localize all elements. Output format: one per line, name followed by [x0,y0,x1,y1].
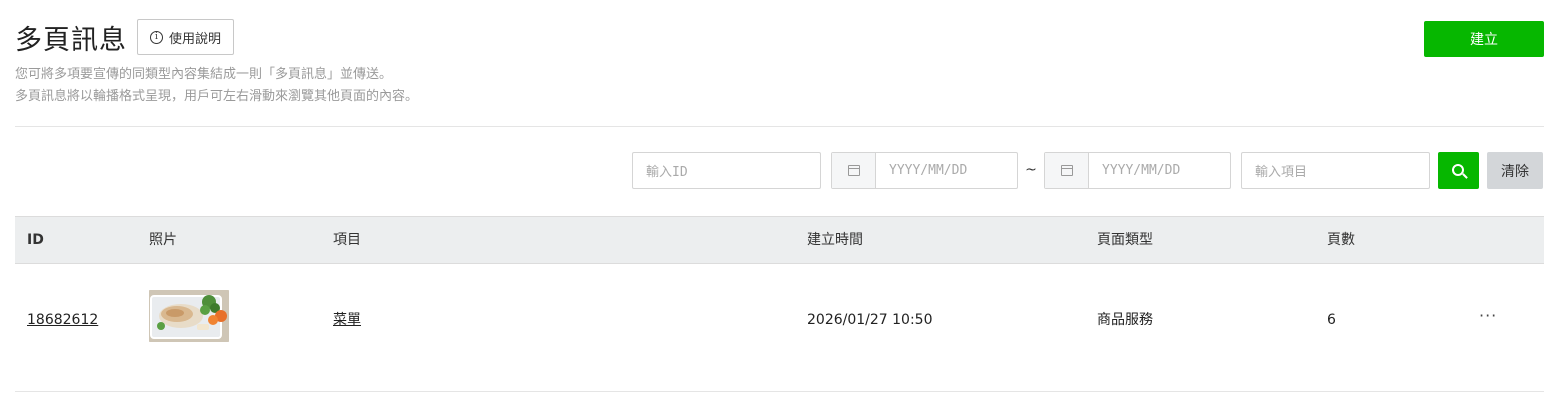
item-search-input[interactable]: 輸入項目 [1241,152,1430,189]
page-description: 您可將多項要宣傳的同類型內容集結成一則「多頁訊息」並傳送。 多頁訊息將以輪播格式… [15,64,1544,108]
header-divider [15,126,1544,127]
create-button[interactable]: 建立 [1424,21,1544,57]
row-page-count: 6 [1327,312,1336,328]
date-from-field[interactable]: YYYY/MM/DD [831,152,1018,189]
filter-bar: 輸入ID YYYY/MM/DD ~ YYYY/MM/DD 輸入項目 清除 [0,152,1568,189]
column-header-id[interactable]: ID [27,217,44,263]
column-header-photo: 照片 [149,232,177,248]
column-header-item[interactable]: 項目 [333,217,361,263]
table-header: ID 照片 項目 建立時間 頁面類型 頁數 [15,216,1544,264]
help-button-label: 使用說明 [169,31,222,47]
message-thumbnail [149,290,229,342]
row-page-type: 商品服務 [1097,312,1153,328]
date-range-separator: ~ [1025,162,1037,178]
clear-button[interactable]: 清除 [1487,152,1543,189]
calendar-icon[interactable] [1045,153,1089,188]
id-search-input[interactable]: 輸入ID [632,152,821,189]
column-header-page-type: 頁面類型 [1097,232,1153,248]
search-button[interactable] [1438,152,1479,189]
date-from-input[interactable]: YYYY/MM/DD [876,153,1017,188]
date-to-field[interactable]: YYYY/MM/DD [1044,152,1231,189]
column-header-created[interactable]: 建立時間 [807,217,863,263]
calendar-icon[interactable] [832,153,876,188]
info-icon: i [150,30,163,44]
row-id-link[interactable]: 18682612 [27,312,98,328]
row-created-time: 2026/01/27 10:50 [807,312,933,328]
page-header: 多頁訊息 i 使用說明 您可將多項要宣傳的同類型內容集結成一則「多頁訊息」並傳送… [15,18,1544,128]
column-header-pages: 頁數 [1327,232,1355,248]
message-table: ID 照片 項目 建立時間 頁面類型 頁數 18682612 菜單 2026/0… [15,216,1544,392]
table-row: 18682612 菜單 2026/01/27 10:50 商品服務 6 ··· [15,264,1544,392]
search-icon [1451,163,1464,176]
row-item-link[interactable]: 菜單 [333,312,361,328]
date-to-input[interactable]: YYYY/MM/DD [1089,153,1230,188]
page-title: 多頁訊息 [15,24,127,56]
description-line-2: 多頁訊息將以輪播格式呈現，用戶可左右滑動來瀏覽其他頁面的內容。 [15,89,419,104]
description-line-1: 您可將多項要宣傳的同類型內容集結成一則「多頁訊息」並傳送。 [15,67,393,82]
help-button[interactable]: i 使用說明 [137,19,235,55]
more-options-icon[interactable]: ··· [1479,264,1497,376]
